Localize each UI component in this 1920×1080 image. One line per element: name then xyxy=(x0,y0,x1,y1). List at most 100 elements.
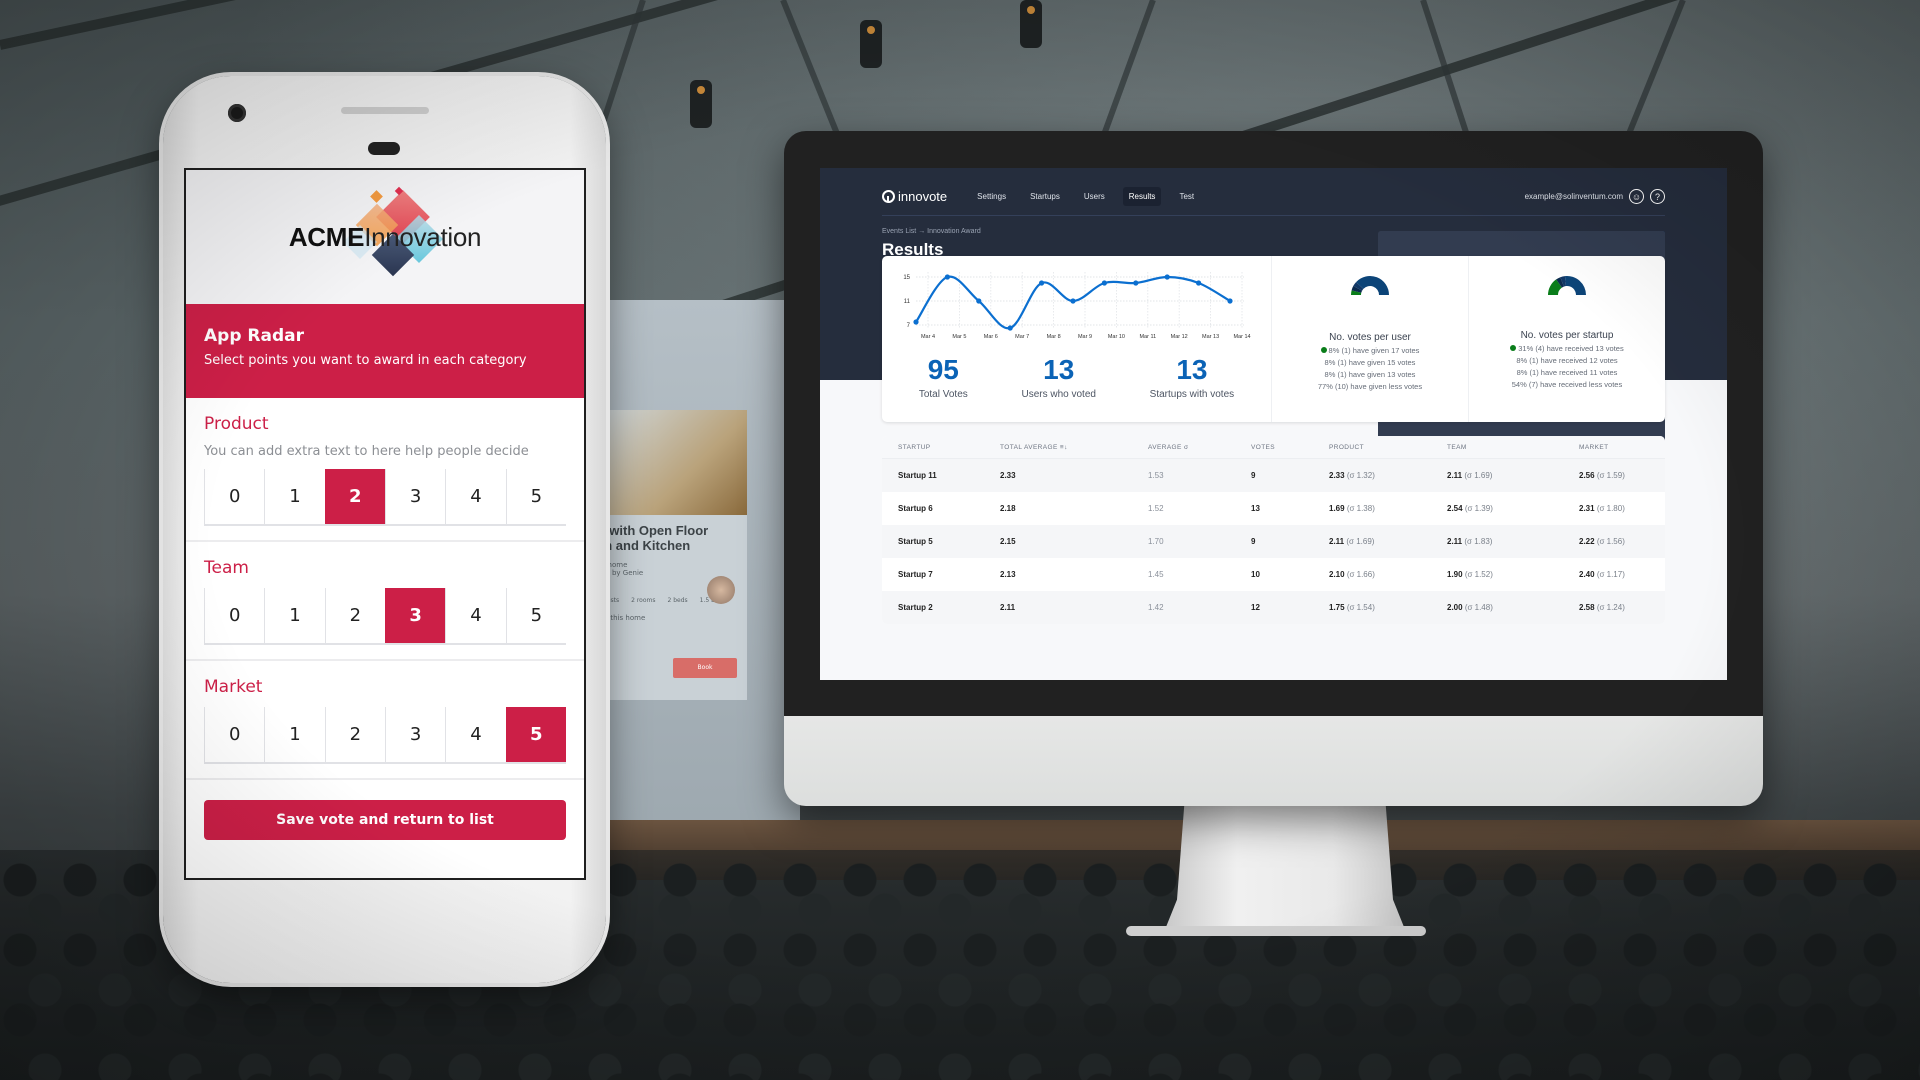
score-option[interactable]: 1 xyxy=(264,588,325,643)
col-average-sd[interactable]: AVERAGE σ xyxy=(1148,444,1251,451)
data-point[interactable] xyxy=(1039,280,1045,286)
nav-settings[interactable]: Settings xyxy=(971,187,1012,206)
table-row[interactable]: Startup 5 2.15 1.70 9 2.11 (σ 1.69) 2.11 (σ 1… xyxy=(882,525,1665,558)
data-point[interactable] xyxy=(976,298,982,304)
green-dot-icon xyxy=(1510,345,1517,351)
table-row[interactable]: Startup 6 2.18 1.52 13 1.69 (σ 1.38) 2.54 (σ … xyxy=(882,492,1665,525)
user-email: example@solinventum.com xyxy=(1524,192,1623,201)
votes-line-chart: 7 11 15 Mar 4 Mar 5 Mar 6 Mar 7 Mar 8 Mar 9 Mar 1… xyxy=(903,272,1251,340)
dashboard-screen: innovote Settings Startups Users Results… xyxy=(820,168,1727,680)
cell-team: 2.00 (σ 1.48) xyxy=(1447,603,1493,612)
score-option[interactable]: 1 xyxy=(264,707,325,762)
score-option[interactable]: 3 xyxy=(384,469,446,524)
data-point[interactable] xyxy=(1101,280,1107,286)
cell-startup: Startup 11 xyxy=(898,471,937,480)
data-point[interactable] xyxy=(1007,325,1013,331)
cell-total-average: 2.18 xyxy=(1000,504,1016,513)
table-header: STARTUP TOTAL AVERAGE ≡↓ AVERAGE σ VOTES… xyxy=(882,436,1665,459)
data-point[interactable] xyxy=(944,274,950,280)
legend-row: 77% (10) have given less votes xyxy=(1317,382,1423,391)
score-option[interactable]: 0 xyxy=(204,469,265,524)
front-camera xyxy=(228,104,246,122)
score-option[interactable]: 3 xyxy=(384,707,446,762)
data-point[interactable] xyxy=(1133,280,1139,286)
user-account-icon[interactable]: ☺ xyxy=(1629,189,1644,204)
table-row[interactable]: Startup 7 2.13 1.45 10 2.10 (σ 1.66) 1.90 (σ … xyxy=(882,558,1665,591)
cell-votes: 10 xyxy=(1251,570,1260,579)
nav-test[interactable]: Test xyxy=(1173,187,1200,206)
donut-slice[interactable] xyxy=(1564,276,1586,295)
monitor-chin xyxy=(784,716,1763,806)
col-product[interactable]: PRODUCT xyxy=(1329,444,1447,451)
score-selector: 012345 xyxy=(204,469,566,526)
cell-votes: 13 xyxy=(1251,504,1260,513)
cell-market: 2.56 (σ 1.59) xyxy=(1579,471,1625,480)
kpi-total-votes: 95 Total Votes xyxy=(918,354,968,400)
cell-market: 2.40 (σ 1.17) xyxy=(1579,570,1625,579)
col-total-average[interactable]: TOTAL AVERAGE ≡↓ xyxy=(1000,444,1148,451)
green-dot-icon xyxy=(1320,347,1327,353)
arrow-right-icon: → xyxy=(918,228,926,235)
cell-total-average: 2.13 xyxy=(1000,570,1016,579)
cell-average-sd: 1.45 xyxy=(1148,570,1164,579)
cell-product: 2.33 (σ 1.32) xyxy=(1329,471,1375,480)
score-option[interactable]: 0 xyxy=(204,588,265,643)
vote-categories: Product You can add extra text to here he… xyxy=(186,398,584,780)
legend-row: 31% (4) have received 13 votes xyxy=(1469,344,1665,353)
listing-host: e home ed by Genie xyxy=(607,561,644,577)
col-market[interactable]: MARKET xyxy=(1579,444,1665,451)
results-table: STARTUP TOTAL AVERAGE ≡↓ AVERAGE σ VOTES… xyxy=(882,436,1665,624)
category-title: Market xyxy=(204,677,263,697)
col-votes[interactable]: VOTES xyxy=(1251,444,1329,451)
table-row[interactable]: Startup 11 2.33 1.53 9 2.33 (σ 1.32) 2.11 (σ … xyxy=(882,459,1665,492)
y-tick-label: 15 xyxy=(903,275,910,281)
score-option[interactable]: 2 xyxy=(324,469,385,524)
data-point[interactable] xyxy=(913,319,919,325)
acme-innovation-logo: ACMEInnovation xyxy=(186,170,584,304)
col-team[interactable]: TEAM xyxy=(1447,444,1579,451)
score-option[interactable]: 2 xyxy=(324,588,385,643)
cell-product: 1.69 (σ 1.38) xyxy=(1329,504,1375,513)
category-title: Product xyxy=(204,414,269,434)
cell-product: 1.75 (σ 1.54) xyxy=(1329,603,1375,612)
voting-app-screen: ACMEInnovation App Radar Select points y… xyxy=(184,168,586,880)
cell-startup: Startup 5 xyxy=(898,537,933,546)
breadcrumb-events-list[interactable]: Events List xyxy=(882,228,916,235)
data-point[interactable] xyxy=(1227,298,1233,304)
nav-results[interactable]: Results xyxy=(1122,187,1162,206)
score-option[interactable]: 5 xyxy=(505,469,566,524)
monitor-stand xyxy=(1165,806,1405,930)
score-option[interactable]: 5 xyxy=(505,707,566,762)
x-tick-label: Mar 12 xyxy=(1171,334,1188,340)
data-point[interactable] xyxy=(1070,298,1076,304)
score-option[interactable]: 3 xyxy=(384,588,446,643)
table-row[interactable]: Startup 2 2.11 1.42 12 1.75 (σ 1.54) 2.00 (σ … xyxy=(882,591,1665,624)
cell-market: 2.58 (σ 1.24) xyxy=(1579,603,1625,612)
nav-users[interactable]: Users xyxy=(1078,187,1111,206)
help-icon[interactable]: ? xyxy=(1650,189,1665,204)
x-tick-label: Mar 4 xyxy=(921,334,935,340)
stats-card: 7 11 15 Mar 4 Mar 5 Mar 6 Mar 7 Mar 8 Mar 9 Mar 1… xyxy=(882,256,1665,422)
col-startup[interactable]: STARTUP xyxy=(898,444,1000,451)
score-option[interactable]: 1 xyxy=(264,469,325,524)
data-point[interactable] xyxy=(1164,274,1170,280)
nav-startups[interactable]: Startups xyxy=(1024,187,1066,206)
score-option[interactable]: 2 xyxy=(324,707,385,762)
score-option[interactable]: 0 xyxy=(204,707,265,762)
score-option[interactable]: 4 xyxy=(445,707,506,762)
data-point[interactable] xyxy=(1196,280,1202,286)
startup-name: App Radar xyxy=(204,326,304,346)
score-option[interactable]: 4 xyxy=(445,588,506,643)
legend-row: 8% (1) have given 17 votes xyxy=(1272,346,1468,355)
cell-product: 2.11 (σ 1.69) xyxy=(1329,537,1375,546)
cell-average-sd: 1.53 xyxy=(1148,471,1164,480)
legend-row: 8% (1) have received 12 votes xyxy=(1516,356,1618,365)
kpi-startups-with-votes: 13 Startups with votes xyxy=(1149,354,1235,400)
x-tick-label: Mar 10 xyxy=(1108,334,1125,340)
score-option[interactable]: 4 xyxy=(445,469,506,524)
cell-team: 2.54 (σ 1.39) xyxy=(1447,504,1493,513)
save-vote-button[interactable]: Save vote and return to list xyxy=(204,800,566,840)
innovote-logo[interactable]: innovote xyxy=(882,189,947,204)
y-tick-label: 7 xyxy=(907,323,911,329)
score-option[interactable]: 5 xyxy=(505,588,566,643)
